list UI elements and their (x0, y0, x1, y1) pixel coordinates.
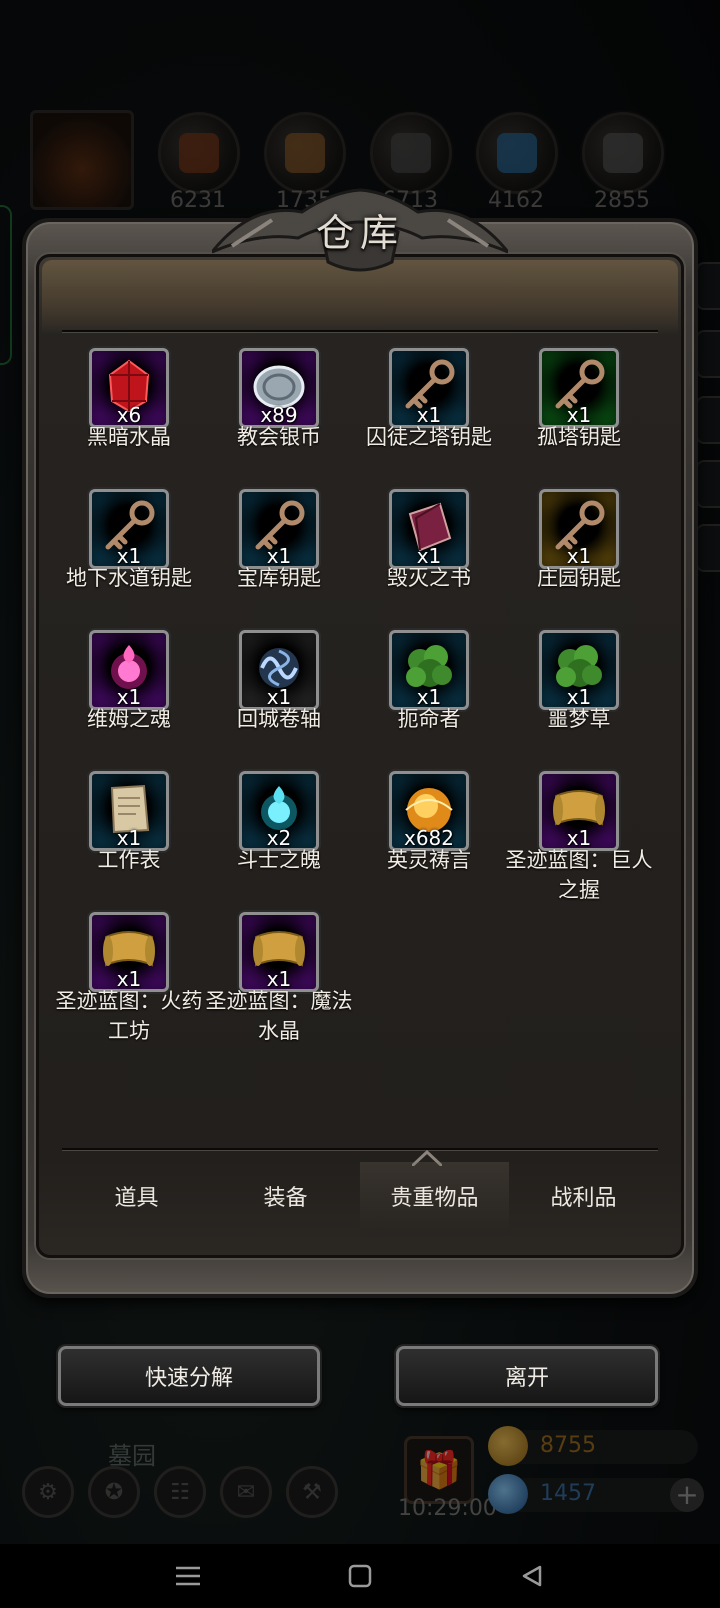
item-name: 庄园钥匙 (537, 566, 621, 590)
back-icon[interactable] (514, 1558, 550, 1594)
item-name: 斗士之魄 (237, 848, 321, 872)
item-name: 圣迹蓝图：火药工坊 (55, 989, 203, 1043)
item-slot[interactable]: x1 (239, 912, 319, 992)
inventory-item[interactable]: x1 扼命者 (352, 630, 506, 770)
item-name: 维姆之魂 (87, 707, 171, 731)
item-name: 囚徒之塔钥匙 (366, 425, 492, 449)
item-name: 回城卷轴 (237, 707, 321, 731)
inventory-item[interactable]: x89 教会银币 (202, 348, 356, 488)
inventory-item[interactable]: x682 英灵祷言 (352, 771, 506, 911)
item-name: 宝库钥匙 (237, 566, 321, 590)
tab-0[interactable]: 道具 (62, 1162, 211, 1230)
item-slot[interactable]: x1 (539, 348, 619, 428)
inventory-item[interactable]: x1 囚徒之塔钥匙 (352, 348, 506, 488)
item-name: 英灵祷言 (387, 848, 471, 872)
item-name: 圣迹蓝图：魔法水晶 (205, 989, 353, 1043)
item-name: 圣迹蓝图：巨人之握 (505, 848, 653, 902)
item-slot[interactable]: x1 (389, 348, 469, 428)
inventory-item[interactable]: x1 庄园钥匙 (502, 489, 656, 629)
top-divider (62, 330, 658, 332)
inventory-item[interactable]: x1 孤塔钥匙 (502, 348, 656, 488)
item-slot[interactable]: x1 (239, 630, 319, 710)
item-name: 毁灭之书 (387, 566, 471, 590)
inventory-item[interactable]: x1 维姆之魂 (52, 630, 206, 770)
item-slot[interactable]: x1 (89, 630, 169, 710)
inventory-item[interactable]: x2 斗士之魄 (202, 771, 356, 911)
bottom-divider (62, 1148, 658, 1150)
item-name: 孤塔钥匙 (537, 425, 621, 449)
inventory-item[interactable]: x1 圣迹蓝图：魔法水晶 (202, 912, 356, 1052)
tab-3[interactable]: 战利品 (509, 1162, 658, 1230)
inventory-item[interactable]: x1 毁灭之书 (352, 489, 506, 629)
item-slot[interactable]: x682 (389, 771, 469, 851)
inventory-item[interactable]: x1 噩梦草 (502, 630, 656, 770)
tab-1[interactable]: 装备 (211, 1162, 360, 1230)
home-icon[interactable] (342, 1558, 378, 1594)
item-name: 黑暗水晶 (87, 425, 171, 449)
item-name: 教会银币 (237, 425, 321, 449)
leave-button[interactable]: 离开 (396, 1346, 658, 1406)
inventory-item[interactable]: x1 圣迹蓝图：火药工坊 (52, 912, 206, 1052)
item-slot[interactable]: x2 (239, 771, 319, 851)
item-slot[interactable]: x1 (89, 912, 169, 992)
item-name: 扼命者 (397, 707, 461, 731)
inventory-item[interactable]: x1 地下水道钥匙 (52, 489, 206, 629)
inventory-item[interactable]: x6 黑暗水晶 (52, 348, 206, 488)
item-name: 噩梦草 (547, 707, 611, 731)
inventory-item[interactable]: x1 回城卷轴 (202, 630, 356, 770)
item-slot[interactable]: x1 (239, 489, 319, 569)
page-title: 仓库 (315, 211, 404, 255)
item-slot[interactable]: x1 (89, 771, 169, 851)
item-name: 地下水道钥匙 (66, 566, 192, 590)
warehouse-panel: 仓库 x6 黑暗水晶 x89 教会银币 x1 囚徒之塔钥匙 x1 孤塔钥匙 x1 地下水道钥匙 x1… (22, 188, 698, 1298)
quick-decompose-button[interactable]: 快速分解 (58, 1346, 320, 1406)
item-slot[interactable]: x1 (89, 489, 169, 569)
inventory-item[interactable]: x1 圣迹蓝图：巨人之握 (502, 771, 656, 911)
system-nav-bar (0, 1544, 720, 1608)
tab-bar: 道具 装备 贵重物品 战利品 (62, 1162, 658, 1230)
item-slot[interactable]: x1 (539, 489, 619, 569)
item-name: 工作表 (97, 848, 161, 872)
item-slot[interactable]: x1 (539, 771, 619, 851)
inventory-item[interactable]: x1 宝库钥匙 (202, 489, 356, 629)
item-slot[interactable]: x1 (539, 630, 619, 710)
item-slot[interactable]: x6 (89, 348, 169, 428)
item-slot[interactable]: x1 (389, 630, 469, 710)
item-slot[interactable]: x89 (239, 348, 319, 428)
tab-2[interactable]: 贵重物品 (360, 1162, 509, 1230)
item-slot[interactable]: x1 (389, 489, 469, 569)
recent-apps-icon[interactable] (170, 1558, 206, 1594)
inventory-item[interactable]: x1 工作表 (52, 771, 206, 911)
